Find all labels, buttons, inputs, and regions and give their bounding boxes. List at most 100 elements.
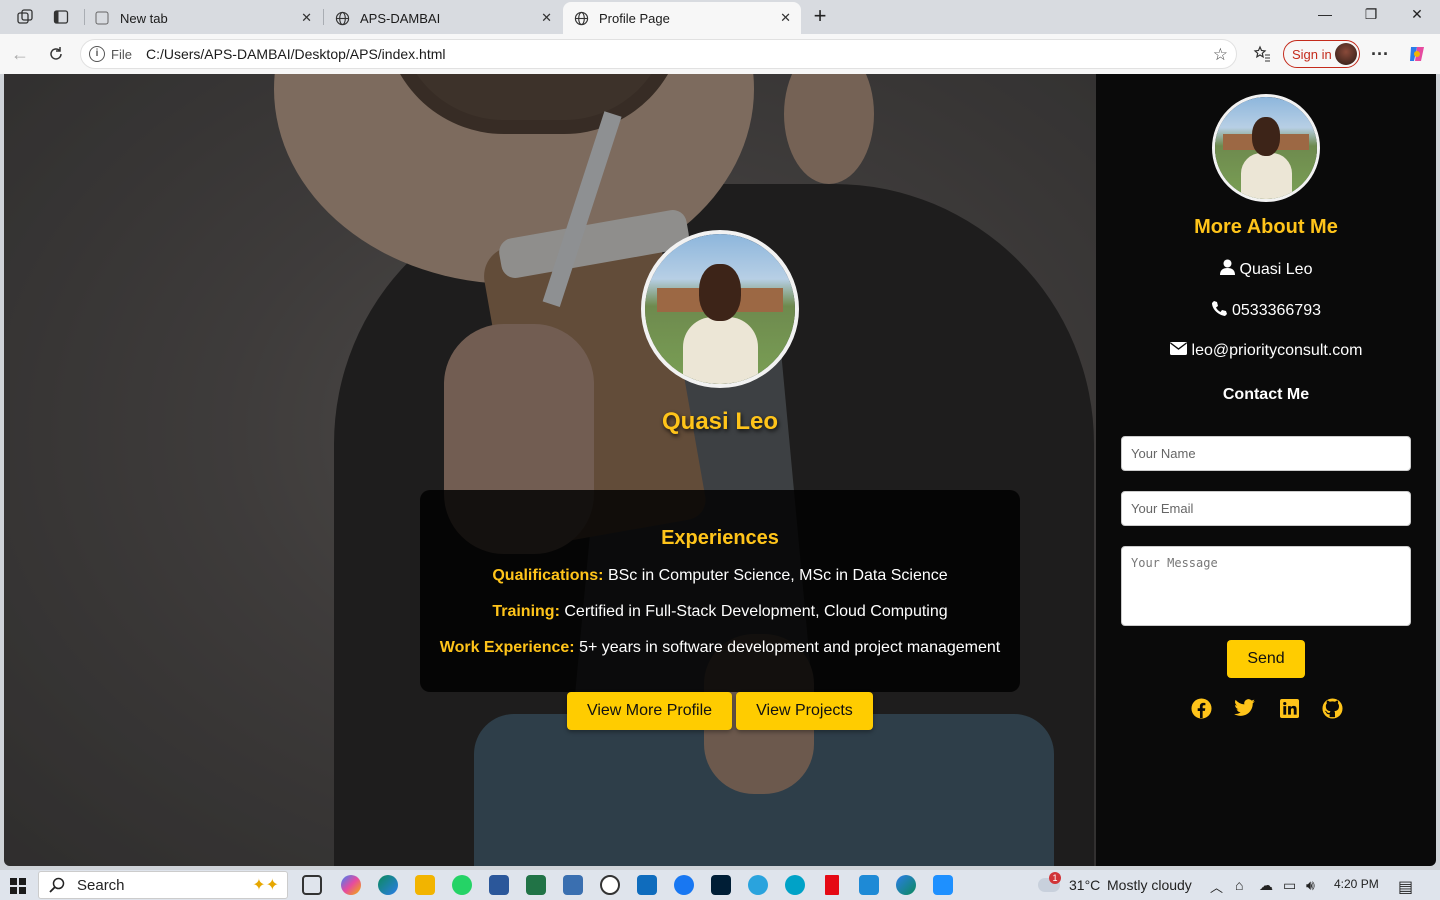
restore-button[interactable]: ❐ [1359,6,1383,28]
store-icon[interactable] [563,875,583,895]
copilot-icon[interactable] [1405,42,1429,66]
chatgpt-icon[interactable] [600,875,620,895]
email-input[interactable]: Your Email [1121,491,1411,526]
word-icon[interactable] [489,875,509,895]
minimize-button[interactable]: — [1313,6,1337,28]
profile-avatar [1335,43,1357,65]
profile-photo [641,230,799,388]
page-viewport: Quasi Leo Experiences Qualifications: BS… [4,74,1436,866]
notifications-icon[interactable]: ▤ [1398,877,1413,897]
about-name-line: Quasi Leo [1096,259,1436,280]
excel-icon[interactable] [526,875,546,895]
canva-icon[interactable] [785,875,805,895]
qualifications-value: BSc in Computer Science, MSc in Data Sci… [607,567,948,584]
windows-taskbar: Search ✦✦ 1 31°C Mostly cloudy ︿ ⌂ ☁ ▭ 🔊… [0,870,1440,900]
close-icon[interactable]: ✕ [780,10,791,26]
twitter-icon[interactable] [1234,697,1256,719]
new-tab-button[interactable]: + [808,5,832,29]
new-tab-icon [94,10,110,26]
close-icon[interactable]: ✕ [301,10,312,26]
edge-dev-icon[interactable] [896,875,916,895]
view-projects-button[interactable]: View Projects [736,692,873,730]
github-icon[interactable] [1321,697,1343,719]
chevron-up-icon[interactable]: ︿ [1210,877,1223,896]
netflix-icon[interactable] [825,875,839,895]
profile-name: Quasi Leo [661,408,779,435]
telegram-icon[interactable] [748,875,768,895]
windows-start-icon[interactable] [10,878,26,894]
weather-desc[interactable]: Mostly cloudy [1107,877,1192,893]
remote-desktop-icon[interactable] [933,875,953,895]
about-name: Quasi Leo [1239,260,1313,278]
clock-time[interactable]: 4:20 PM [1334,877,1379,891]
usb-icon[interactable]: ⌂ [1235,877,1243,893]
tab-new-tab[interactable]: New tab ✕ [84,2,322,34]
tab-profile-page[interactable]: Profile Page ✕ [563,2,801,34]
cloud-off-icon[interactable]: ☁ [1259,877,1273,894]
weather-badge: 1 [1049,872,1061,884]
tab-actions-icon[interactable] [48,5,74,29]
search-icon [49,877,65,897]
weather-temp[interactable]: 31°C [1069,877,1100,893]
training-line: Training: Certified in Full-Stack Develo… [420,601,1020,622]
globe-icon [334,10,350,26]
volume-icon[interactable]: 🔊︎ [1306,877,1315,894]
phone-icon [1211,300,1227,321]
tab-label: New tab [120,10,168,26]
about-email-line: leo@priorityconsult.com [1096,342,1436,360]
about-sidebar: More About Me Quasi Leo 0533366793 leo@p… [1096,74,1436,866]
photoshop-icon[interactable] [711,875,731,895]
browser-tab-bar: New tab ✕ APS-DAMBAI ✕ Profile Page ✕ + … [0,0,1440,34]
tab-aps-dambai[interactable]: APS-DAMBAI ✕ [324,2,562,34]
task-view-icon[interactable] [302,875,322,895]
send-button[interactable]: Send [1227,640,1305,678]
training-label: Training: [492,603,560,620]
qualifications-line: Qualifications: BSc in Computer Science,… [420,565,1020,586]
work-experience-label: Work Experience: [439,639,575,656]
tab-label: APS-DAMBAI [360,10,441,26]
refresh-icon[interactable] [44,42,68,66]
info-icon[interactable]: i [89,46,105,62]
back-arrow-icon[interactable]: ← [8,42,32,66]
facebook-icon[interactable] [1190,697,1212,719]
more-about-me-title: More About Me [1194,216,1338,238]
address-field[interactable]: i File C:/Users/APS-DAMBAI/Desktop/APS/i… [80,39,1237,69]
close-window-button[interactable]: ✕ [1405,6,1429,28]
tab-label: Profile Page [599,10,670,26]
qualifications-label: Qualifications: [492,567,604,584]
message-textarea[interactable]: Your Message [1121,546,1411,626]
work-experience-line: Work Experience: 5+ years in software de… [420,637,1020,658]
about-email: leo@priorityconsult.com [1191,342,1363,359]
about-phone: 0533366793 [1232,301,1321,319]
hero-section: Quasi Leo Experiences Qualifications: BS… [4,74,1096,866]
whatsapp-icon[interactable] [452,875,472,895]
network-icon[interactable]: ▭ [1283,877,1296,894]
facebook-app-icon[interactable] [674,875,694,895]
file-explorer-icon[interactable] [415,875,435,895]
linkedin-icon[interactable] [1278,697,1300,719]
copilot-app-icon[interactable] [341,875,361,895]
vscode-icon[interactable] [859,875,879,895]
outlook-icon[interactable] [637,875,657,895]
name-input[interactable]: Your Name [1121,436,1411,471]
sidebar-profile-photo [1212,94,1320,202]
contact-me-title: Contact Me [1222,386,1310,403]
favorites-icon[interactable] [1250,42,1274,66]
workspaces-icon[interactable] [12,5,38,29]
close-icon[interactable]: ✕ [541,10,552,26]
taskbar-search[interactable]: Search ✦✦ [38,871,288,899]
favorite-star-icon[interactable]: ☆ [1213,45,1228,65]
envelope-icon [1169,342,1187,360]
view-more-profile-button[interactable]: View More Profile [567,692,732,730]
sign-in-label: Sign in [1292,46,1332,62]
about-phone-line: 0533366793 [1096,300,1436,321]
address-toolbar: ← i File C:/Users/APS-DAMBAI/Desktop/APS… [0,34,1440,74]
sign-in-button[interactable]: Sign in [1283,40,1360,68]
work-experience-value: 5+ years in software development and pro… [579,639,1001,656]
url-text: C:/Users/APS-DAMBAI/Desktop/APS/index.ht… [145,46,446,62]
address-prefix: File [111,46,132,62]
more-options-icon[interactable]: ··· [1368,42,1392,66]
user-icon [1219,259,1235,280]
training-value: Certified in Full-Stack Development, Clo… [564,603,948,620]
edge-icon[interactable] [378,875,398,895]
